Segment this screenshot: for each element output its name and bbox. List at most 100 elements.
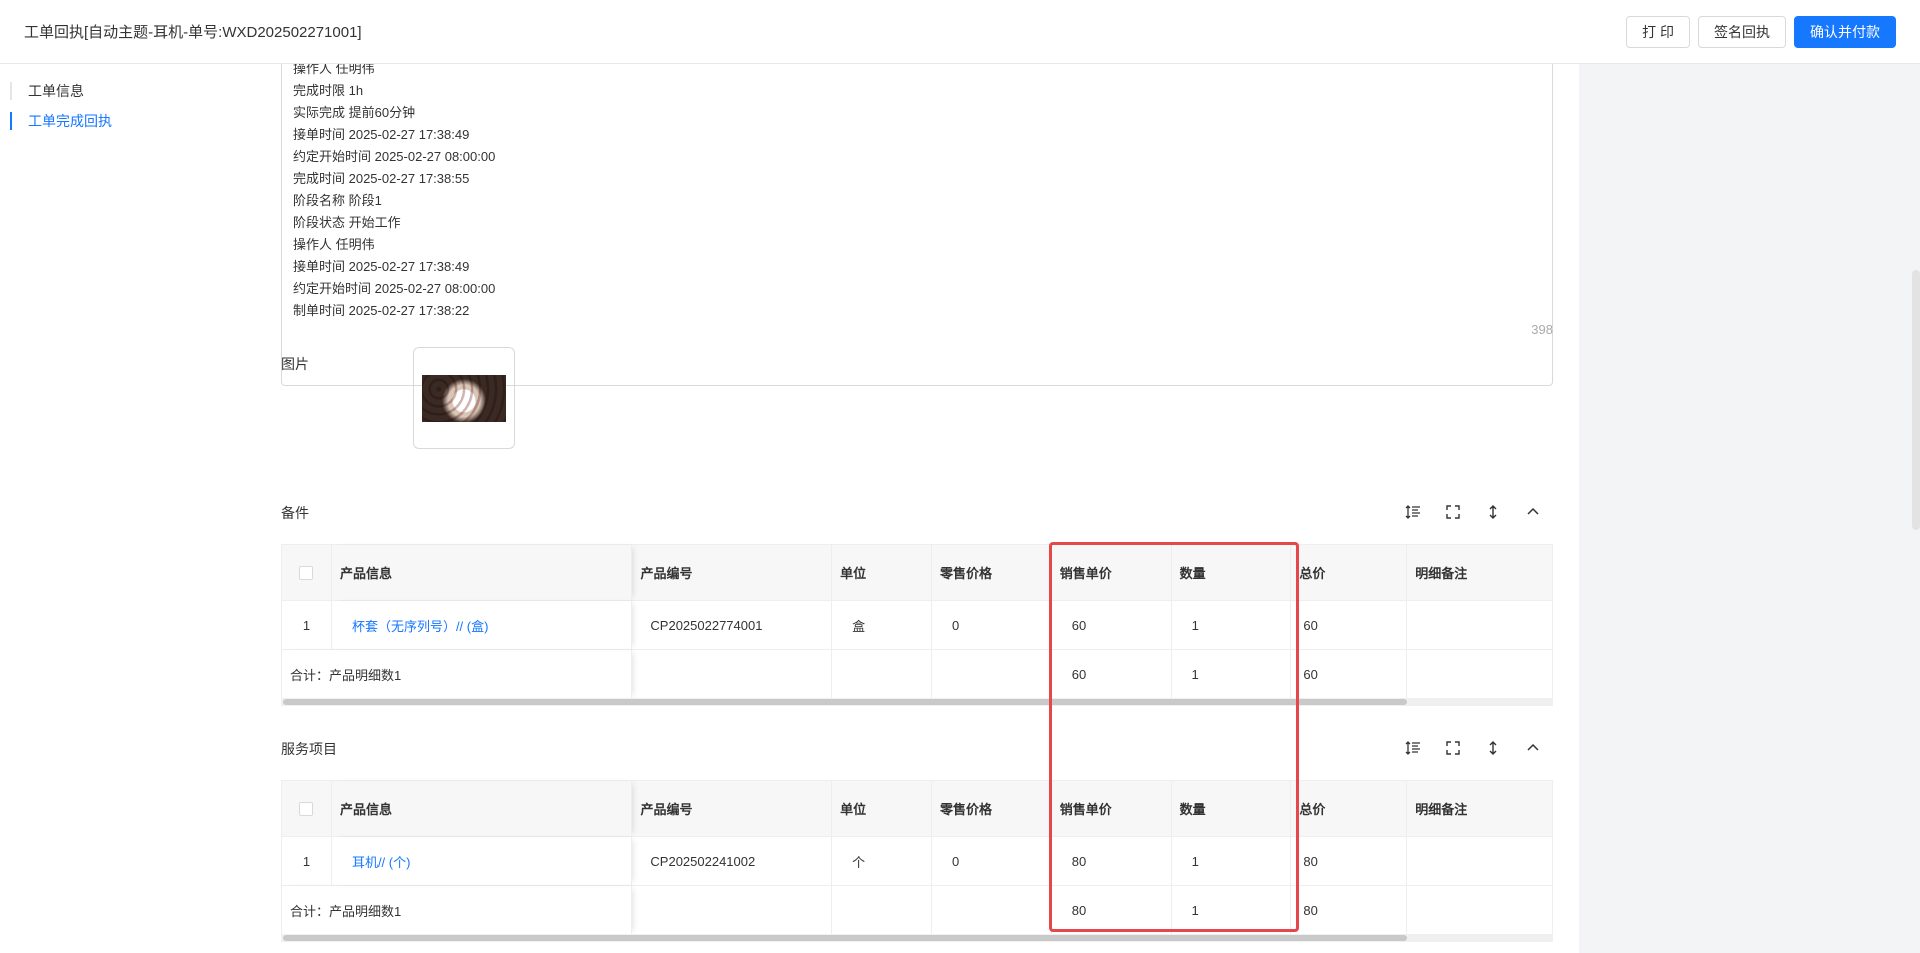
summary-qty-cell: 1	[1172, 650, 1292, 698]
summary-note-cell	[1407, 886, 1552, 934]
collapse-chevron-up-icon[interactable]	[1513, 500, 1553, 524]
column-header-info[interactable]: 产品信息	[332, 545, 633, 600]
column-header-price[interactable]: 销售单价	[1052, 545, 1172, 600]
log-textarea[interactable]: 操作人 任明伟 完成时限 1h 实际完成 提前60分钟 接单时间 2025-02…	[281, 64, 1553, 386]
horizontal-scrollbar[interactable]	[281, 698, 1553, 706]
collapse-chevron-up-icon[interactable]	[1513, 736, 1553, 760]
summary-unit-cell	[832, 886, 932, 934]
anchor-nav: 工单信息 工单完成回执	[0, 64, 253, 136]
scrollbar-thumb[interactable]	[283, 935, 1407, 941]
image-thumbnail[interactable]	[413, 347, 515, 449]
parts-section-title: 备件	[281, 505, 309, 521]
row-density-icon[interactable]	[1473, 500, 1513, 524]
print-button[interactable]: 打 印	[1626, 15, 1690, 48]
sidebar-item-completion-receipt[interactable]: 工单完成回执	[0, 106, 253, 136]
scrollbar-thumb[interactable]	[283, 699, 1407, 705]
page-vertical-scrollbar[interactable]	[1912, 270, 1920, 530]
services-toolbar	[1393, 736, 1553, 760]
column-header-note[interactable]: 明细备注	[1407, 781, 1552, 836]
row-index: 1	[282, 601, 332, 649]
product-name-cell: 耳机// (个)	[332, 837, 633, 885]
log-line: 完成时间 2025-02-27 17:38:55	[293, 171, 470, 186]
horizontal-scrollbar[interactable]	[281, 934, 1553, 942]
sidebar-item-order-info[interactable]: 工单信息	[0, 76, 253, 106]
header-bar: 工单回执[自动主题-耳机-单号:WXD202502271001] 打 印 签名回…	[0, 0, 1920, 64]
column-settings-icon[interactable]	[1393, 500, 1433, 524]
select-all-checkbox[interactable]	[282, 781, 332, 836]
confirm-pay-button[interactable]: 确认并付款	[1794, 15, 1896, 48]
summary-total-cell: 60	[1291, 650, 1408, 698]
retail-price-cell: 0	[932, 601, 1052, 649]
summary-label: 合计：产品明细数1	[282, 886, 633, 934]
summary-note-cell	[1407, 650, 1552, 698]
column-settings-icon[interactable]	[1393, 736, 1433, 760]
total-cell: 60	[1291, 601, 1408, 649]
column-header-total[interactable]: 总价	[1291, 545, 1408, 600]
retail-price-cell: 0	[932, 837, 1052, 885]
summary-total-cell: 80	[1291, 886, 1408, 934]
column-header-retail[interactable]: 零售价格	[932, 781, 1052, 836]
sign-receipt-button[interactable]: 签名回执	[1698, 15, 1786, 48]
column-header-unit[interactable]: 单位	[832, 781, 932, 836]
log-line: 约定开始时间 2025-02-27 08:00:00	[293, 149, 496, 164]
note-cell[interactable]	[1407, 837, 1552, 885]
image-label: 图片	[281, 356, 309, 372]
page-title: 工单回执[自动主题-耳机-单号:WXD202502271001]	[24, 24, 362, 41]
log-line: 接单时间 2025-02-27 17:38:49	[293, 259, 470, 274]
log-line: 操作人 任明伟	[293, 64, 375, 76]
summary-price-cell: 80	[1052, 886, 1172, 934]
summary-row: 合计：产品明细数1 80 1 80	[282, 886, 1552, 935]
sale-price-cell[interactable]: 60	[1052, 601, 1172, 649]
sale-price-cell[interactable]: 80	[1052, 837, 1172, 885]
table-header-row: 产品信息 产品编号 单位 零售价格 销售单价 数量 总价 明细备注	[282, 545, 1552, 601]
unit-cell: 个	[832, 837, 932, 885]
main-content: 操作人 任明伟 完成时限 1h 实际完成 提前60分钟 接单时间 2025-02…	[253, 64, 1579, 953]
unit-cell: 盒	[832, 601, 932, 649]
services-section-title: 服务项目	[281, 741, 337, 757]
column-header-total[interactable]: 总价	[1291, 781, 1408, 836]
note-cell[interactable]	[1407, 601, 1552, 649]
column-header-note[interactable]: 明细备注	[1407, 545, 1552, 600]
quantity-cell[interactable]: 1	[1172, 837, 1292, 885]
fullscreen-icon[interactable]	[1433, 500, 1473, 524]
total-cell: 80	[1291, 837, 1408, 885]
column-header-code[interactable]: 产品编号	[632, 545, 833, 600]
log-line: 完成时限 1h	[293, 83, 364, 98]
product-link[interactable]: 耳机// (个)	[340, 852, 411, 871]
table-header-row: 产品信息 产品编号 单位 零售价格 销售单价 数量 总价 明细备注	[282, 781, 1552, 837]
summary-code-cell	[632, 886, 833, 934]
log-line: 制单时间 2025-02-27 17:38:22	[293, 303, 470, 318]
parts-table: 产品信息 产品编号 单位 零售价格 销售单价 数量 总价 明细备注 1 杯套（无…	[281, 544, 1553, 699]
summary-retail-cell	[932, 886, 1052, 934]
select-all-checkbox[interactable]	[282, 545, 332, 600]
table-row: 1 杯套（无序列号）// (盒) CP2025022774001 盒 0 60 …	[282, 601, 1552, 650]
summary-row: 合计：产品明细数1 60 1 60	[282, 650, 1552, 699]
parts-toolbar	[1393, 500, 1553, 524]
column-header-code[interactable]: 产品编号	[632, 781, 833, 836]
services-table: 产品信息 产品编号 单位 零售价格 销售单价 数量 总价 明细备注 1 耳机//…	[281, 780, 1553, 935]
log-line: 实际完成 提前60分钟	[293, 105, 416, 120]
column-header-unit[interactable]: 单位	[832, 545, 932, 600]
summary-retail-cell	[932, 650, 1052, 698]
log-line: 阶段状态 开始工作	[293, 215, 401, 230]
log-line: 接单时间 2025-02-27 17:38:49	[293, 127, 470, 142]
product-name-cell: 杯套（无序列号）// (盒)	[332, 601, 633, 649]
fullscreen-icon[interactable]	[1433, 736, 1473, 760]
summary-qty-cell: 1	[1172, 886, 1292, 934]
log-line: 约定开始时间 2025-02-27 08:00:00	[293, 281, 496, 296]
column-header-qty[interactable]: 数量	[1172, 781, 1292, 836]
quantity-cell[interactable]: 1	[1172, 601, 1292, 649]
char-count: 398	[1531, 322, 1553, 337]
column-header-qty[interactable]: 数量	[1172, 545, 1292, 600]
column-header-info[interactable]: 产品信息	[332, 781, 633, 836]
summary-price-cell: 60	[1052, 650, 1172, 698]
column-header-price[interactable]: 销售单价	[1052, 781, 1172, 836]
log-line: 操作人 任明伟	[293, 237, 375, 252]
row-index: 1	[282, 837, 332, 885]
product-link[interactable]: 杯套（无序列号）// (盒)	[340, 616, 489, 635]
column-header-retail[interactable]: 零售价格	[932, 545, 1052, 600]
row-density-icon[interactable]	[1473, 736, 1513, 760]
summary-unit-cell	[832, 650, 932, 698]
table-row: 1 耳机// (个) CP202502241002 个 0 80 1 80	[282, 837, 1552, 886]
log-line: 阶段名称 阶段1	[293, 193, 382, 208]
